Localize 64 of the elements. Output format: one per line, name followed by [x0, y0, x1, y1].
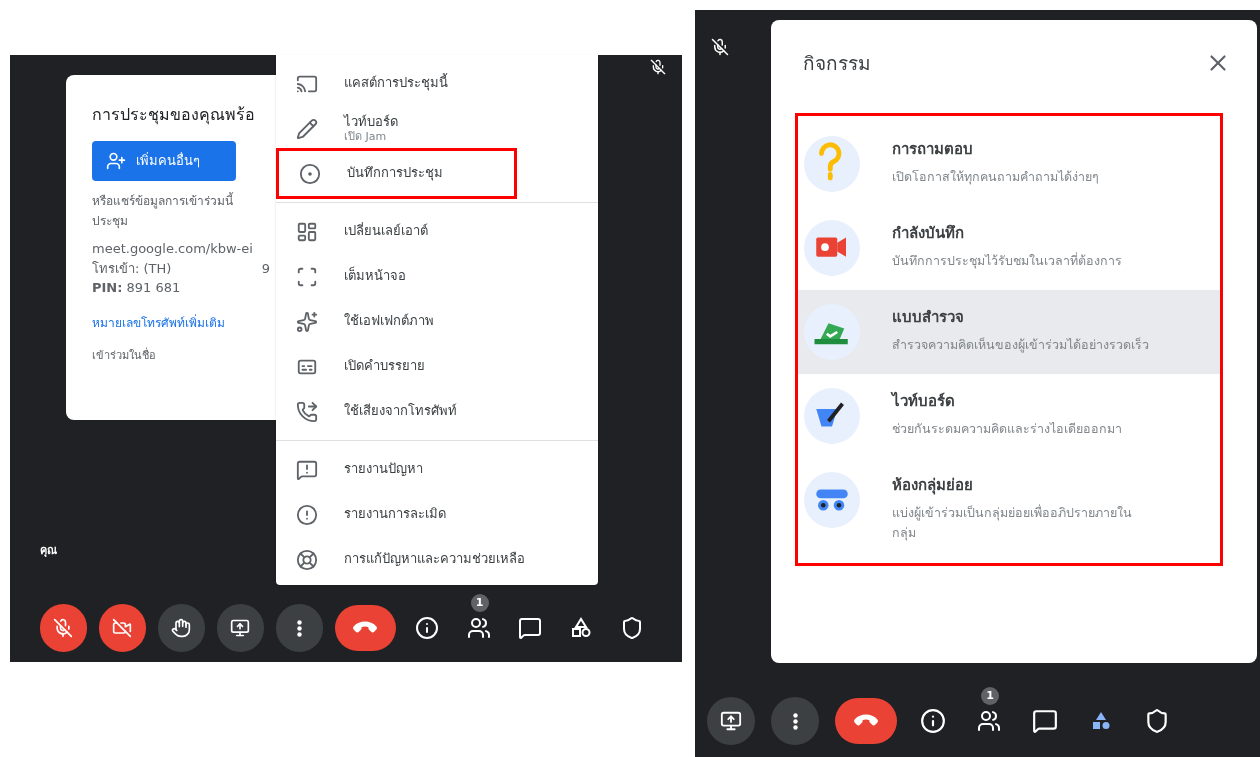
- menu-item[interactable]: บันทึกการประชุม: [279, 151, 514, 196]
- groups-icon: [804, 472, 860, 528]
- dial-in-number: 9: [261, 259, 270, 278]
- present-screen-icon: [230, 618, 251, 638]
- present-screen-icon: [720, 710, 742, 732]
- question-mark-icon: [804, 136, 860, 192]
- menu-item[interactable]: ไวท์บอร์ด เปิด Jam: [276, 106, 598, 151]
- participant-count-badge: 1: [981, 687, 999, 705]
- people-icon: [977, 709, 1001, 733]
- hang-up-button[interactable]: [334, 605, 396, 651]
- video-camera-icon: [804, 220, 860, 276]
- menu-item[interactable]: รายงานการละเมิด: [276, 492, 598, 537]
- shield-icon: [1144, 708, 1170, 734]
- hang-up-button[interactable]: [835, 698, 897, 744]
- people-icon: [466, 616, 491, 640]
- menu-item[interactable]: แคสต์การประชุมนี้: [276, 61, 598, 106]
- participant-count-badge: 1: [470, 594, 489, 612]
- raise-hand-button[interactable]: [157, 604, 205, 652]
- alert-icon: [296, 503, 318, 526]
- more-icon: [296, 619, 302, 637]
- add-people-button[interactable]: เพิ่มคนอื่นๆ: [92, 141, 236, 181]
- feedback-icon: [296, 458, 318, 481]
- present-button[interactable]: [216, 604, 264, 652]
- hand-icon: [171, 618, 192, 638]
- camera-off-icon: [112, 618, 133, 638]
- mic-off-icon: [53, 618, 74, 638]
- fullscreen-icon: [296, 265, 318, 288]
- menu-item[interactable]: เปลี่ยนเลย์เอาต์: [276, 209, 598, 254]
- phone-icon: [296, 400, 318, 423]
- self-name: คุณ: [40, 543, 57, 559]
- sparkles-icon: [296, 310, 318, 333]
- panel-title: กิจกรรม: [803, 50, 871, 76]
- pin-value: 891 681: [126, 279, 181, 297]
- layout-icon: [296, 220, 318, 243]
- microphone-button[interactable]: [40, 604, 87, 652]
- ballot-box-icon: [804, 304, 860, 360]
- present-button[interactable]: [707, 697, 755, 745]
- menu-item[interactable]: เปิดคำบรรยาย: [276, 344, 598, 389]
- activity-item[interactable]: แบบสำรวจ สำรวจความคิดเห็นของผู้เข้าร่วมได้อย่างรวดเร็ว: [798, 290, 1220, 374]
- joined-as-text: เข้าร่วมในชื่อ: [92, 347, 157, 364]
- share-text: หรือแชร์ข้อมูลการเข้าร่วมนี้ ประชุม: [92, 191, 235, 231]
- record-icon: [299, 162, 321, 185]
- add-person-icon: [106, 151, 126, 171]
- more-options-button[interactable]: [771, 697, 819, 745]
- mic-off-icon: [650, 59, 666, 75]
- dial-in-label: โทรเข้า: (TH): [92, 259, 172, 278]
- help-icon: [296, 548, 318, 571]
- menu-item[interactable]: ใช้เสียงจากโทรศัพท์: [276, 389, 598, 434]
- mic-off-icon: [711, 38, 729, 56]
- pin-label: PIN:: [92, 279, 123, 297]
- info-icon: [415, 616, 440, 640]
- menu-item[interactable]: ใช้เอฟเฟกต์ภาพ: [276, 299, 598, 344]
- camera-button[interactable]: [98, 604, 146, 652]
- more-icon: [792, 712, 798, 730]
- more-options-button[interactable]: [275, 604, 323, 652]
- chat-icon: [518, 616, 543, 640]
- card-title: การประชุมของคุณพร้อ: [92, 104, 256, 127]
- info-icon: [920, 708, 946, 734]
- menu-item[interactable]: เต็มหน้าจอ: [276, 254, 598, 299]
- pencil-icon: [296, 117, 318, 140]
- menu-item[interactable]: รายงานปัญหา: [276, 447, 598, 492]
- chat-icon: [1032, 708, 1058, 734]
- whiteboard-pen-icon: [804, 388, 860, 444]
- menu-item[interactable]: การแก้ปัญหาและความช่วยเหลือ: [276, 537, 598, 582]
